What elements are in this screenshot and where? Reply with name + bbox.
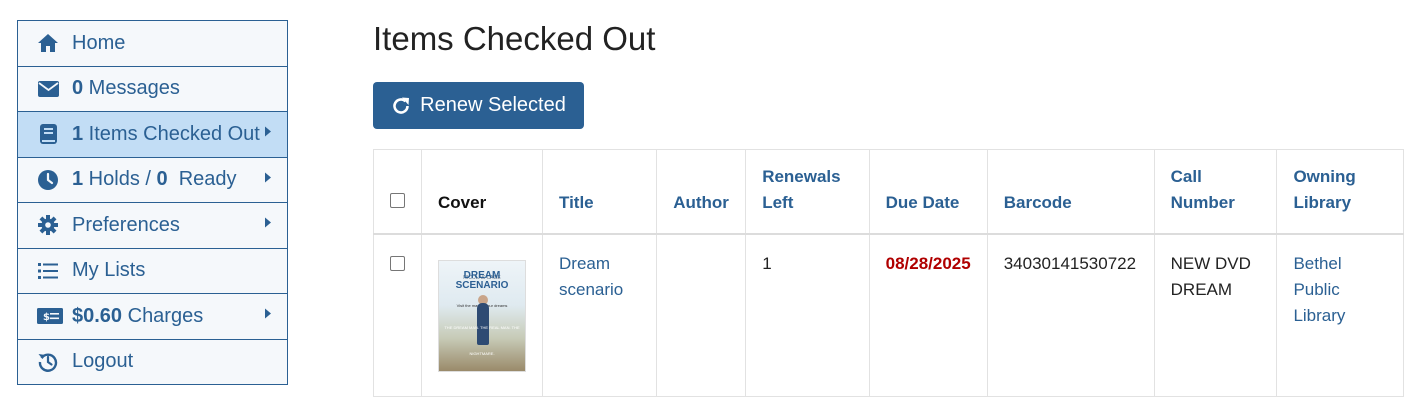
renew-selected-label: Renew Selected — [420, 94, 566, 116]
holds-mid-label: Holds / — [83, 168, 157, 191]
renew-selected-button[interactable]: Renew Selected — [373, 82, 584, 129]
clock-icon — [37, 169, 59, 191]
cell-renewals-left: 1 — [745, 233, 870, 397]
messages-count: 0 — [72, 77, 84, 100]
select-all-cell — [373, 149, 422, 235]
svg-text:$: $ — [43, 312, 50, 323]
header-cover: Cover — [421, 149, 543, 235]
cell-call-number: NEW DVD DREAM — [1153, 233, 1278, 397]
table-header-row: Cover Title Author Renewals Left Due Dat… — [373, 149, 1404, 235]
account-sidebar: Home 0 Messages 1 Items Checked Out 1 Ho… — [17, 20, 288, 385]
row-checkbox[interactable] — [390, 255, 405, 271]
cell-owning-library[interactable]: Bethel Public Library — [1276, 233, 1404, 397]
cover-image[interactable]: NICOLAS CAGE DREAM SCENARIO Visit the ma… — [438, 259, 526, 372]
sidebar-item-home[interactable]: Home — [17, 20, 288, 67]
cover-bottom-text: THE DREAM MAN. THE REAL MAN. THE NIGHTMA… — [444, 324, 520, 356]
sidebar-item-label: Messages — [83, 77, 180, 100]
header-author[interactable]: Author — [656, 149, 747, 235]
caret-right-icon — [265, 126, 271, 137]
money-icon: $ — [37, 305, 63, 327]
holds-ready-label: Ready — [167, 168, 237, 191]
home-icon — [37, 32, 59, 54]
row-select-cell — [373, 233, 422, 397]
sidebar-item-charges[interactable]: $ $0.60 Charges — [17, 293, 288, 340]
cell-due-date: 08/28/2025 — [868, 233, 988, 397]
caret-right-icon — [265, 172, 271, 183]
header-barcode[interactable]: Barcode — [986, 149, 1155, 235]
sidebar-item-messages[interactable]: 0 Messages — [17, 65, 288, 112]
charges-amount: $0.60 — [72, 304, 123, 327]
cell-barcode: 34030141530722 — [986, 233, 1155, 397]
sidebar-item-label: Charges — [122, 304, 204, 327]
header-owning-library[interactable]: Owning Library — [1276, 149, 1404, 235]
caret-right-icon — [265, 308, 271, 319]
cell-author — [656, 233, 747, 397]
sidebar-item-my-lists[interactable]: My Lists — [17, 247, 288, 294]
header-due-date[interactable]: Due Date — [868, 149, 988, 235]
table-row: NICOLAS CAGE DREAM SCENARIO Visit the ma… — [373, 233, 1404, 397]
sidebar-item-items-checked-out[interactable]: 1 Items Checked Out — [17, 111, 288, 158]
refresh-icon — [391, 96, 411, 116]
page-title: Items Checked Out — [373, 20, 656, 57]
sidebar-item-label: Home — [72, 31, 126, 54]
checked-out-table: Cover Title Author Renewals Left Due Dat… — [373, 149, 1404, 397]
cover-title-text: DREAM SCENARIO — [455, 269, 509, 291]
sidebar-item-holds[interactable]: 1 Holds / 0 Ready — [17, 156, 288, 203]
header-call-number[interactable]: Call Number — [1153, 149, 1278, 235]
envelope-icon — [37, 78, 59, 100]
gear-icon — [37, 214, 59, 236]
sidebar-item-label: Preferences — [72, 213, 180, 236]
header-title[interactable]: Title — [541, 149, 658, 235]
sidebar-item-label: Logout — [72, 350, 134, 373]
caret-right-icon — [265, 217, 271, 228]
select-all-checkbox[interactable] — [390, 192, 405, 208]
sidebar-item-preferences[interactable]: Preferences — [17, 202, 288, 249]
sidebar-item-logout[interactable]: Logout — [17, 338, 288, 385]
checked-out-count: 1 — [72, 122, 84, 145]
cover-cell: NICOLAS CAGE DREAM SCENARIO Visit the ma… — [421, 233, 543, 397]
sidebar-item-label: Items Checked Out — [83, 122, 260, 145]
holds-ready-count: 0 — [156, 168, 168, 191]
list-icon — [37, 260, 59, 282]
cell-title[interactable]: Dream scenario — [541, 233, 658, 397]
sidebar-item-label: My Lists — [72, 259, 146, 282]
book-icon — [37, 123, 59, 145]
header-renewals-left[interactable]: Renewals Left — [745, 149, 870, 235]
holds-count: 1 — [72, 168, 84, 191]
history-icon — [37, 351, 59, 373]
